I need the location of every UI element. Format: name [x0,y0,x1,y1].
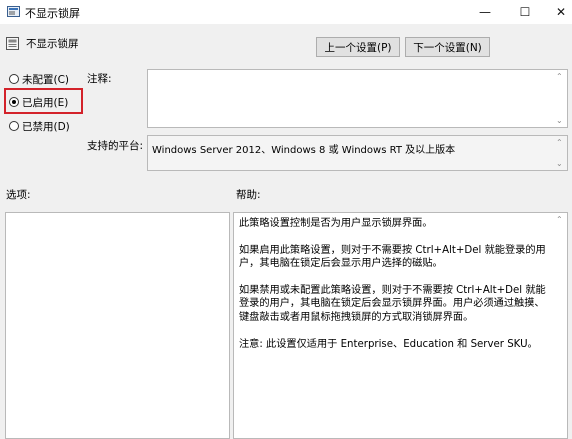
selection-highlight-box [4,88,83,114]
scroll-up-icon[interactable]: ⌃ [556,72,563,81]
supported-platform-value: Windows Server 2012、Windows 8 或 Windows … [152,145,456,156]
help-paragraph: 此策略设置控制是否为用户显示锁屏界面。 [239,218,433,229]
policy-app-icon [7,6,20,17]
title-bar: 不显示锁屏 — ☐ ✕ [0,0,572,24]
scroll-up-icon[interactable]: ⌃ [556,138,563,147]
comment-textarea[interactable]: ⌃ ⌄ [147,69,568,128]
help-text: 此策略设置控制是否为用户显示锁屏界面。 如果启用此策略设置，则对于不需要按 Ct… [234,213,554,368]
supported-platform-field: Windows Server 2012、Windows 8 或 Windows … [147,135,568,171]
policy-name: 不显示锁屏 [26,38,79,50]
policy-icon [6,37,19,50]
comment-label: 注释: [87,73,112,85]
scroll-down-icon[interactable]: ⌄ [556,159,563,168]
help-panel[interactable]: 此策略设置控制是否为用户显示锁屏界面。 如果启用此策略设置，则对于不需要按 Ct… [233,212,568,439]
help-scrollbar[interactable]: ⌃ [553,213,567,438]
help-paragraph: 如果禁用或未配置此策略设置，则对于不需要按 Ctrl+Alt+Del 就能登录的… [239,284,546,323]
platform-scrollbar[interactable]: ⌃ ⌄ [553,136,567,170]
scroll-down-icon[interactable]: ⌄ [556,116,563,125]
options-label: 选项: [6,189,31,201]
previous-setting-button[interactable]: 上一个设置(P) [316,37,400,57]
window-title: 不显示锁屏 [25,7,80,20]
supported-platform-label: 支持的平台: [87,140,144,152]
radio-circle[interactable] [9,121,19,131]
help-label: 帮助: [236,189,261,201]
radio-not-configured[interactable]: 未配置(C) [9,72,69,86]
scroll-up-icon[interactable]: ⌃ [556,215,563,224]
help-paragraph: 如果启用此策略设置，则对于不需要按 Ctrl+Alt+Del 就能登录的用户，其… [239,244,546,270]
close-button[interactable]: ✕ [538,0,572,24]
next-setting-button[interactable]: 下一个设置(N) [405,37,490,57]
options-panel[interactable] [5,212,230,439]
radio-disabled[interactable]: 已禁用(D) [9,119,70,133]
radio-label: 未配置(C) [22,73,70,86]
radio-label: 已禁用(D) [22,120,70,133]
comment-scrollbar[interactable]: ⌃ ⌄ [553,70,567,127]
radio-circle[interactable] [9,74,19,84]
help-paragraph: 注意: 此设置仅适用于 Enterprise、Education 和 Serve… [239,338,538,350]
